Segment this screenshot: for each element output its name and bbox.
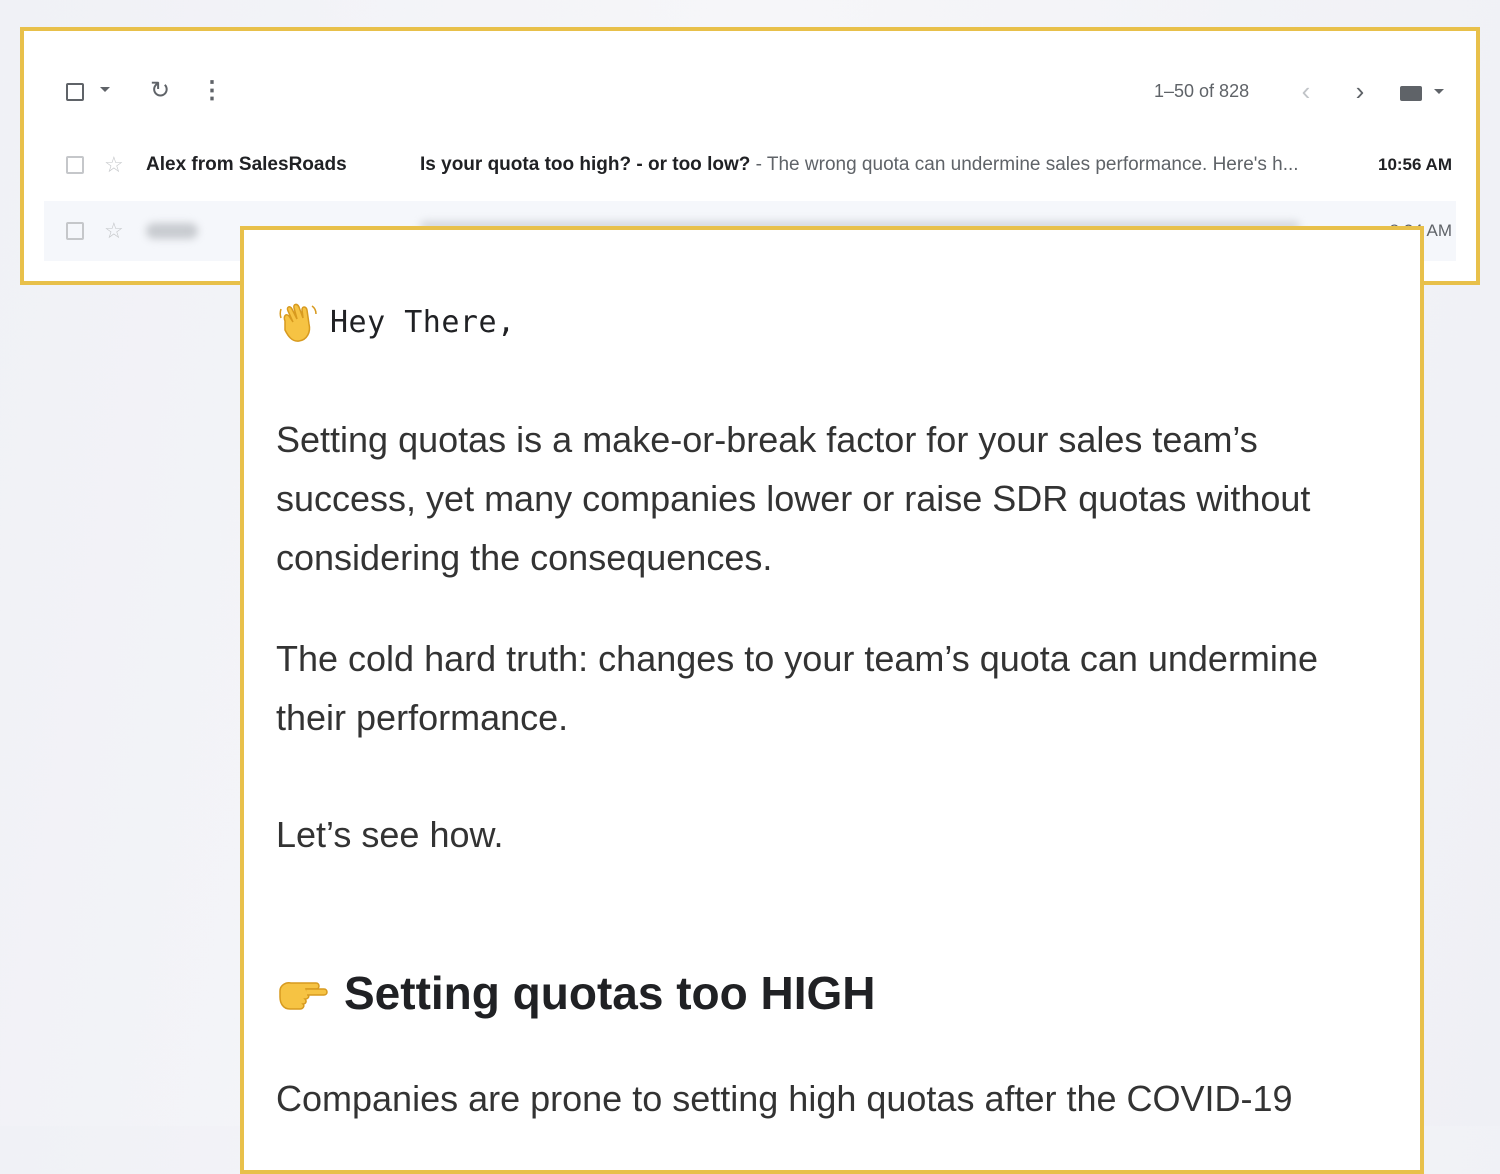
greeting: Hey There, xyxy=(276,300,516,344)
section-heading-text: Setting quotas too HIGH xyxy=(344,967,876,1019)
body-paragraph: The cold hard truth: changes to your tea… xyxy=(276,638,1318,738)
chevron-down-icon[interactable] xyxy=(100,87,110,92)
email-preview-card: Hey There, Setting quotas is a make-or-b… xyxy=(240,226,1424,1174)
star-icon[interactable]: ☆ xyxy=(104,154,124,176)
email-summary: Is your quota too high? - or too low? - … xyxy=(420,154,1330,176)
keyboard-icon[interactable] xyxy=(1400,86,1422,101)
email-snippet: - The wrong quota can undermine sales pe… xyxy=(750,154,1299,175)
star-icon[interactable]: ☆ xyxy=(104,220,124,242)
select-all-checkbox-icon[interactable] xyxy=(66,83,84,101)
inbox-toolbar: ↻ ⋮ 1–50 of 828 ‹ › xyxy=(24,31,1476,141)
email-time: 10:56 AM xyxy=(1377,155,1452,174)
checkbox-icon[interactable] xyxy=(66,222,84,240)
chevron-left-icon[interactable]: ‹ xyxy=(1294,76,1318,106)
more-vertical-icon[interactable]: ⋮ xyxy=(200,77,224,105)
blurred-sender xyxy=(146,223,198,239)
email-list-item[interactable]: ☆ Alex from SalesRoads Is your quota too… xyxy=(44,135,1456,195)
body-paragraph: Setting quotas is a make-or-break factor… xyxy=(276,419,1311,578)
body-paragraph: Let’s see how. xyxy=(276,814,504,855)
chevron-right-icon[interactable]: › xyxy=(1348,76,1372,106)
waving-hand-icon xyxy=(279,303,317,342)
email-sender: Alex from SalesRoads xyxy=(146,154,347,175)
chevron-down-icon[interactable] xyxy=(1434,89,1444,94)
pointing-hand-icon xyxy=(279,982,328,1010)
email-subject: Is your quota too high? - or too low? xyxy=(420,154,751,175)
pagination-count: 1–50 of 828 xyxy=(1154,81,1250,101)
greeting-text: Hey There, xyxy=(330,304,516,340)
refresh-icon[interactable]: ↻ xyxy=(146,77,174,105)
checkbox-icon[interactable] xyxy=(66,156,84,174)
section-heading: Setting quotas too HIGH xyxy=(276,966,876,1020)
body-paragraph: Companies are prone to setting high quot… xyxy=(276,1078,1293,1119)
